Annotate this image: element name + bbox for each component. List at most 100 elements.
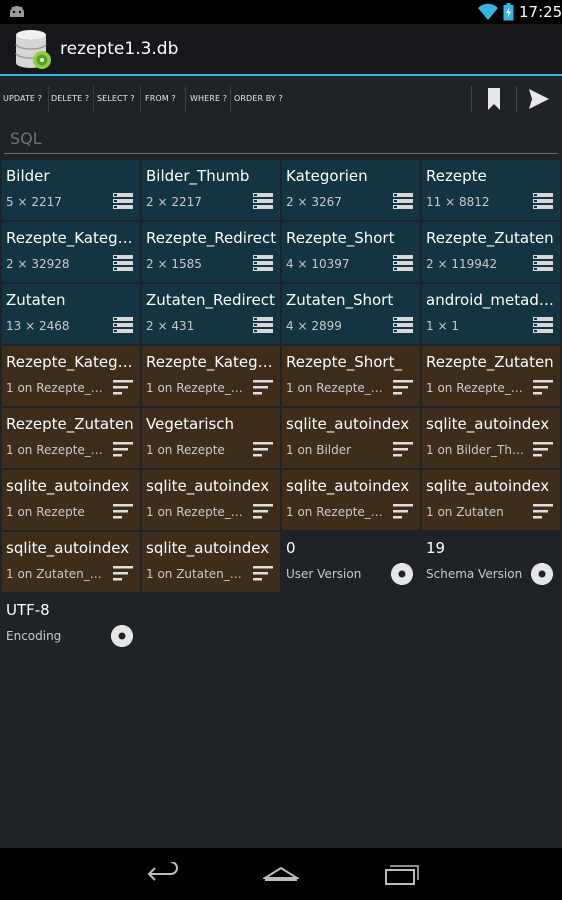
table-icon[interactable] <box>112 254 134 272</box>
index-tile[interactable]: Rezepte_Zutaten 1 on Rezepte_Zutaten <box>422 346 560 406</box>
tile-name: Rezepte_Kategorien <box>6 353 138 371</box>
table-icon[interactable] <box>532 316 554 334</box>
tile-name: sqlite_autoindex <box>426 477 550 495</box>
table-icon[interactable] <box>392 192 414 210</box>
tile-name: Rezepte_Zutaten <box>426 229 554 247</box>
index-tile[interactable]: sqlite_autoindex 1 on Zutaten_Redirect <box>2 532 140 592</box>
index-icon[interactable] <box>392 502 414 520</box>
divider <box>230 86 231 112</box>
select-keyword-button[interactable]: SELECT ? <box>97 76 135 122</box>
tile-subtitle: 13 × 2468 <box>6 319 70 333</box>
index-icon[interactable] <box>112 502 134 520</box>
index-tile[interactable]: sqlite_autoindex 1 on Rezepte <box>2 470 140 530</box>
index-icon[interactable] <box>532 440 554 458</box>
table-icon[interactable] <box>112 316 134 334</box>
index-icon[interactable] <box>392 378 414 396</box>
info-tile[interactable]: UTF-8 Encoding <box>2 594 140 654</box>
tile-name: Rezepte_Kategorien <box>146 353 278 371</box>
index-tile[interactable]: Rezepte_Kategorien 1 on Rezepte_Kategorie… <box>2 346 140 406</box>
table-icon[interactable] <box>392 254 414 272</box>
index-tile[interactable]: sqlite_autoindex 1 on Zutaten <box>422 470 560 530</box>
delete-keyword-button[interactable]: DELETE ? <box>51 76 89 122</box>
status-bar: 17:25 <box>0 0 562 24</box>
table-tile[interactable]: Rezepte_Kategorien 2 × 32928 <box>2 222 140 282</box>
index-tile[interactable]: sqlite_autoindex 1 on Rezepte_Short <box>282 470 420 530</box>
index-icon[interactable] <box>252 502 274 520</box>
table-tile[interactable]: Rezepte_Redirect 2 × 1585 <box>142 222 280 282</box>
index-icon[interactable] <box>392 440 414 458</box>
status-time: 17:25 <box>519 3 562 21</box>
table-tile[interactable]: Rezepte_Short 4 × 10397 <box>282 222 420 282</box>
index-icon[interactable] <box>252 378 274 396</box>
table-icon[interactable] <box>252 316 274 334</box>
tile-subtitle: 1 on Zutaten_Redirect <box>6 567 106 581</box>
index-tile[interactable]: Rezepte_Zutaten 1 on Rezepte_Zutaten <box>2 408 140 468</box>
send-icon[interactable] <box>524 86 554 112</box>
index-icon[interactable] <box>532 502 554 520</box>
recent-apps-icon[interactable] <box>383 862 419 886</box>
table-tile[interactable]: Rezepte_Zutaten 2 × 119942 <box>422 222 560 282</box>
gear-icon[interactable] <box>391 563 413 585</box>
tile-subtitle: 1 on Rezepte_Redirect <box>146 505 246 519</box>
index-icon[interactable] <box>252 440 274 458</box>
tile-name: Zutaten_Short <box>286 291 394 309</box>
back-icon[interactable] <box>145 862 181 886</box>
tile-name: Zutaten <box>6 291 66 309</box>
tile-subtitle: 1 on Rezepte <box>146 443 225 457</box>
index-tile[interactable]: sqlite_autoindex 1 on Zutaten_Short <box>142 532 280 592</box>
index-tile[interactable]: sqlite_autoindex 1 on Bilder <box>282 408 420 468</box>
tile-name: sqlite_autoindex <box>146 539 270 557</box>
database-icon[interactable] <box>12 27 54 71</box>
tile-subtitle: 4 × 2899 <box>286 319 342 333</box>
table-icon[interactable] <box>252 192 274 210</box>
tile-subtitle: 1 on Rezepte_Zutaten <box>426 381 526 395</box>
tile-subtitle: 2 × 32928 <box>6 257 70 271</box>
table-tile[interactable]: Rezepte 11 × 8812 <box>422 160 560 220</box>
table-icon[interactable] <box>532 192 554 210</box>
index-tile[interactable]: sqlite_autoindex 1 on Rezepte_Redirect <box>142 470 280 530</box>
index-icon[interactable] <box>112 440 134 458</box>
index-tile[interactable]: Rezepte_Short_ 1 on Rezepte_Short <box>282 346 420 406</box>
home-icon[interactable] <box>263 862 299 886</box>
from-keyword-button[interactable]: FROM ? <box>145 76 176 122</box>
tile-name: sqlite_autoindex <box>286 415 410 433</box>
gear-icon[interactable] <box>111 625 133 647</box>
table-tile[interactable]: Zutaten 13 × 2468 <box>2 284 140 344</box>
index-tile[interactable]: Rezepte_Kategorien 1 on Rezepte_Kategorie… <box>142 346 280 406</box>
table-tile[interactable]: Zutaten_Short 4 × 2899 <box>282 284 420 344</box>
gear-icon[interactable] <box>531 563 553 585</box>
tile-name: Bilder <box>6 167 50 185</box>
sql-input-wrapper <box>4 124 558 156</box>
update-keyword-button[interactable]: UPDATE ? <box>3 76 42 122</box>
divider <box>93 86 94 112</box>
bookmark-icon[interactable] <box>479 86 509 112</box>
table-icon[interactable] <box>252 254 274 272</box>
table-icon[interactable] <box>112 192 134 210</box>
info-tile[interactable]: 19 Schema Version <box>422 532 560 592</box>
table-icon[interactable] <box>392 316 414 334</box>
divider <box>48 86 49 112</box>
index-icon[interactable] <box>112 378 134 396</box>
tile-subtitle: 1 on Rezepte_Zutaten <box>6 443 106 457</box>
table-tile[interactable]: Bilder 5 × 2217 <box>2 160 140 220</box>
navigation-bar <box>0 848 562 900</box>
index-icon[interactable] <box>532 378 554 396</box>
table-tile[interactable]: Bilder_Thumb 2 × 2217 <box>142 160 280 220</box>
table-icon[interactable] <box>532 254 554 272</box>
table-tile[interactable]: Zutaten_Redirect 2 × 431 <box>142 284 280 344</box>
tile-subtitle: 2 × 2217 <box>146 195 202 209</box>
index-tile[interactable]: Vegetarisch 1 on Rezepte <box>142 408 280 468</box>
order-by-keyword-button[interactable]: ORDER BY ? <box>234 76 283 122</box>
tile-subtitle: 1 on Bilder <box>286 443 352 457</box>
index-tile[interactable]: sqlite_autoindex 1 on Bilder_Thumb <box>422 408 560 468</box>
where-keyword-button[interactable]: WHERE ? <box>190 76 227 122</box>
table-tile[interactable]: Kategorien 2 × 3267 <box>282 160 420 220</box>
index-icon[interactable] <box>252 564 274 582</box>
tile-subtitle: 1 on Rezepte_Kategorien <box>6 381 106 395</box>
tile-name: Rezepte <box>426 167 487 185</box>
index-icon[interactable] <box>112 564 134 582</box>
sql-input[interactable] <box>4 124 558 154</box>
info-tile[interactable]: 0 User Version <box>282 532 420 592</box>
table-tile[interactable]: android_metadata 1 × 1 <box>422 284 560 344</box>
tile-subtitle: 2 × 3267 <box>286 195 342 209</box>
